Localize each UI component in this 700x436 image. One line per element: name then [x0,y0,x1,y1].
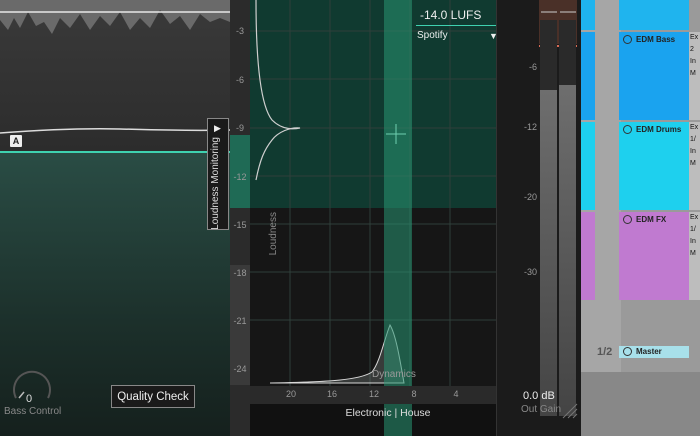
meter-right [559,20,576,416]
io-text[interactable]: Ex [690,34,698,41]
io-text[interactable]: 1/ [690,136,696,143]
out-gain-value[interactable]: 0.0 dB [523,390,555,402]
target-line[interactable] [0,151,230,153]
meter-left-fill [540,90,557,416]
track-label: EDM Bass [636,35,676,44]
scene-fraction: 1/2 [597,346,613,358]
loudness-dynamics-plot[interactable]: Loudness Dynamics -14.0 LUFS Spotify ▼ [250,0,496,436]
fold-icon[interactable] [623,125,632,135]
meter-left [540,20,557,416]
loudness-scale: -3 -6 -9 -12 -15 -18 -21 -24 [230,0,250,436]
y-tick: -24 [233,364,247,374]
meter-tick: -6 [528,62,537,72]
clip[interactable] [581,32,595,120]
loudness-monitoring-label: Loudness Monitoring [210,137,221,230]
daw-track-panel: EDM Bass EDM Drums EDM FX Ex 2 In M Ex 1… [581,0,700,436]
io-text[interactable]: M [690,70,696,77]
clip[interactable] [581,0,595,30]
y-tick: -6 [235,75,244,85]
loudness-axis-label: Loudness [268,212,279,256]
clip[interactable] [581,122,595,210]
plot-grid [250,0,496,386]
track-header[interactable] [619,0,689,30]
waveform-graph [0,0,230,134]
io-text[interactable]: 2 [690,46,694,53]
master-track[interactable]: Master [619,346,689,358]
y-tick: -3 [235,26,244,36]
clip[interactable] [581,212,595,300]
track-label: EDM Drums [636,125,682,134]
dropdown-arrow-icon[interactable]: ▼ [489,31,496,41]
x-tick: 20 [285,389,296,399]
y-tick: -12 [233,172,247,182]
meter-tick: -12 [523,122,537,132]
track-edm-bass[interactable]: EDM Bass [619,32,689,120]
fold-icon[interactable] [623,347,632,357]
track-edm-drums[interactable]: EDM Drums [619,122,689,210]
platform-select[interactable]: Spotify [417,30,448,41]
crosshair-icon [386,124,406,144]
play-arrow-icon: ▶ [214,123,221,133]
x-tick: 4 [453,389,459,399]
y-tick: -18 [233,268,247,278]
meter-right-fill [559,85,576,416]
bass-control-value: 0 [26,393,33,405]
meter-tick: -30 [523,267,537,277]
io-text[interactable]: In [690,238,696,245]
loudness-dynamics-panel: -3 -6 -9 -12 -15 -18 -21 -24 Loudness Dy… [230,0,496,436]
io-text[interactable]: M [690,250,696,257]
fold-icon[interactable] [623,35,632,45]
loudness-monitoring-tab[interactable]: ▶ Loudness Monitoring [207,118,229,230]
io-text[interactable]: Ex [690,124,698,131]
track-label: EDM FX [636,215,667,224]
quality-check-button[interactable]: Quality Check [111,385,195,408]
x-tick: 12 [368,389,379,399]
io-text[interactable]: In [690,58,696,65]
out-gain-label: Out Gain [521,404,562,415]
meter-tick: -20 [523,192,537,202]
track-name: EDM Drums [623,125,682,135]
marker-a[interactable]: A [10,135,22,147]
daw-bottom-area [581,372,700,436]
y-tick: -9 [235,123,244,133]
bass-control-label: Bass Control [4,406,62,417]
dynamics-axis-label: Dynamics [372,369,416,380]
dynamics-axis: 20 16 12 8 4 [250,386,496,404]
io-text[interactable]: M [690,160,696,167]
target-underline [416,25,496,26]
x-tick: 16 [326,389,337,399]
resize-handle-icon[interactable] [559,400,579,420]
x-tick: 8 [411,389,417,399]
io-text[interactable]: 1/ [690,226,696,233]
genre-select[interactable]: Electronic | House [338,407,438,419]
fold-icon[interactable] [623,215,632,225]
y-tick: -21 [233,316,247,326]
y-tick: -15 [233,220,247,230]
io-text[interactable]: In [690,148,696,155]
target-lufs[interactable]: -14.0 LUFS [420,8,481,22]
track-name: EDM FX [623,215,667,225]
io-text[interactable]: Ex [690,214,698,221]
master-label: Master [623,347,662,357]
output-meter-panel: -6 -12 -20 -30 0.0 dB Out Gain [496,0,581,436]
track-edm-fx[interactable]: EDM FX [619,212,689,300]
master-text: Master [636,347,662,356]
waveform-panel: A ▶ Loudness Monitoring 0 Bass Control Q… [0,0,230,436]
track-name: EDM Bass [623,35,676,45]
